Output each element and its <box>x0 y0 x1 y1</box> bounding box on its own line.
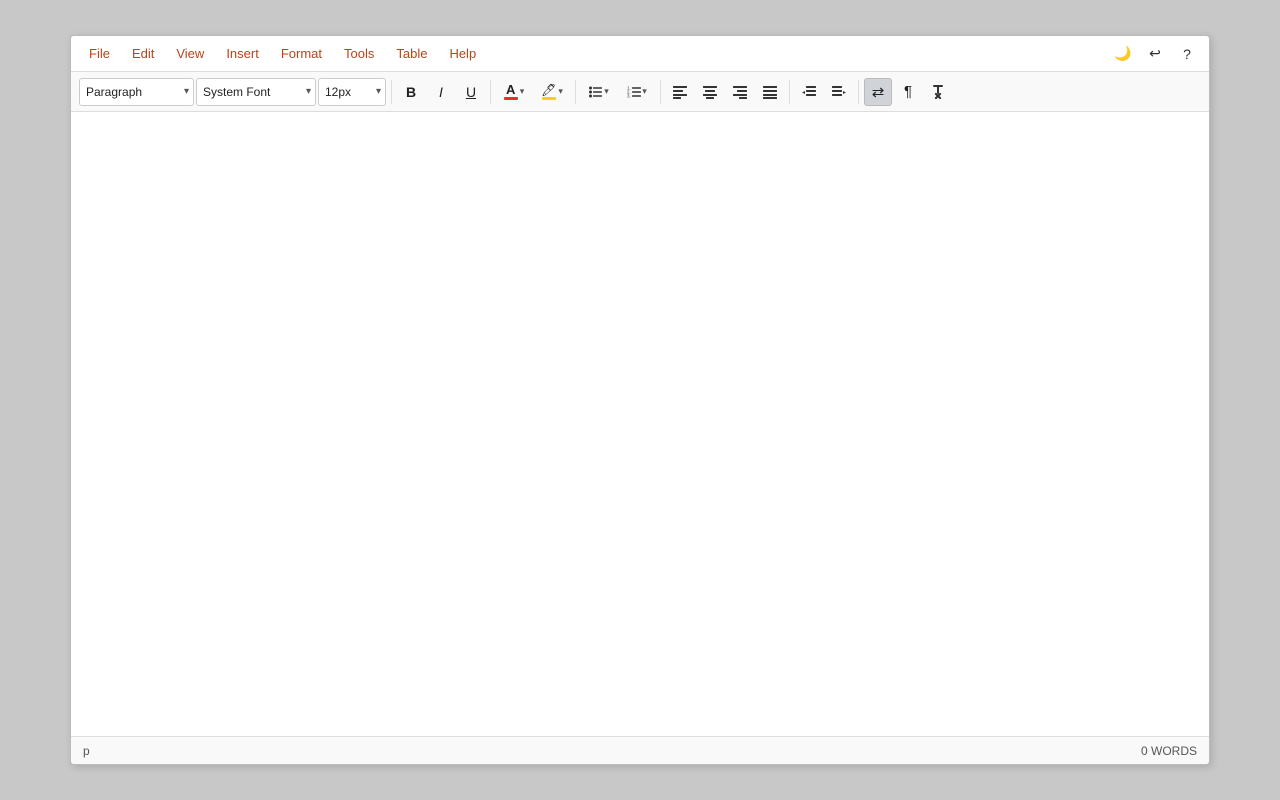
bold-button[interactable]: B <box>397 78 425 106</box>
align-right-button[interactable] <box>726 78 754 106</box>
align-right-icon <box>733 85 747 99</box>
highlight-color-button[interactable]: 🖊 ▾ <box>534 78 570 106</box>
align-justify-button[interactable] <box>756 78 784 106</box>
menu-view[interactable]: View <box>166 42 214 65</box>
status-element: p <box>83 744 1141 758</box>
editor-window: File Edit View Insert Format Tools Table… <box>70 35 1210 765</box>
font-size-select[interactable]: 8px 10px 11px 12px 14px 16px 18px 24px 3… <box>318 78 386 106</box>
underline-button[interactable]: U <box>457 78 485 106</box>
menu-bar: File Edit View Insert Format Tools Table… <box>71 36 1209 72</box>
align-left-button[interactable] <box>666 78 694 106</box>
menu-file[interactable]: File <box>79 42 120 65</box>
status-word-count: 0 WORDS <box>1141 744 1197 758</box>
font-size-wrapper: 8px 10px 11px 12px 14px 16px 18px 24px 3… <box>318 78 386 106</box>
outdent-icon <box>802 85 816 99</box>
align-center-button[interactable] <box>696 78 724 106</box>
rtl-button[interactable]: ⇄ <box>864 78 892 106</box>
menu-right-icons: 🌙 ↩ ? <box>1109 40 1201 68</box>
clear-format-button[interactable] <box>924 78 952 106</box>
indent-button[interactable] <box>825 78 853 106</box>
align-justify-icon <box>763 85 777 99</box>
italic-button[interactable]: I <box>427 78 455 106</box>
menu-table[interactable]: Table <box>386 42 437 65</box>
indent-icon <box>832 85 846 99</box>
paragraph-style-wrapper: Paragraph Heading 1 Heading 2 Heading 3 … <box>79 78 194 106</box>
undo-button[interactable]: ↩ <box>1141 40 1169 68</box>
sep-4 <box>660 80 661 104</box>
sep-6 <box>858 80 859 104</box>
align-left-icon <box>673 85 687 99</box>
sep-3 <box>575 80 576 104</box>
svg-text:3.: 3. <box>627 93 631 98</box>
sep-2 <box>490 80 491 104</box>
toolbar: Paragraph Heading 1 Heading 2 Heading 3 … <box>71 72 1209 112</box>
menu-help[interactable]: Help <box>439 42 486 65</box>
numbered-list-button[interactable]: 1. 2. 3. ▾ <box>619 78 655 106</box>
menu-tools[interactable]: Tools <box>334 42 384 65</box>
status-bar: p 0 WORDS <box>71 736 1209 764</box>
bullet-list-button[interactable]: ▾ <box>581 78 617 106</box>
menu-insert[interactable]: Insert <box>216 42 269 65</box>
paragraph-marks-button[interactable]: ¶ <box>894 78 922 106</box>
paragraph-style-select[interactable]: Paragraph Heading 1 Heading 2 Heading 3 … <box>79 78 194 106</box>
menu-edit[interactable]: Edit <box>122 42 164 65</box>
help-button[interactable]: ? <box>1173 40 1201 68</box>
font-color-button[interactable]: A ▾ <box>496 78 532 106</box>
menu-items: File Edit View Insert Format Tools Table… <box>79 42 1109 65</box>
outdent-button[interactable] <box>795 78 823 106</box>
sep-5 <box>789 80 790 104</box>
menu-format[interactable]: Format <box>271 42 332 65</box>
sep-1 <box>391 80 392 104</box>
dark-mode-button[interactable]: 🌙 <box>1109 40 1137 68</box>
font-family-wrapper: System Font Arial Times New Roman Courie… <box>196 78 316 106</box>
align-center-icon <box>703 85 717 99</box>
editor-content[interactable] <box>71 112 1209 736</box>
numbered-list-icon: 1. 2. 3. <box>627 85 641 99</box>
font-family-select[interactable]: System Font Arial Times New Roman Courie… <box>196 78 316 106</box>
clear-format-icon <box>931 85 945 99</box>
bullet-list-icon <box>589 85 603 99</box>
